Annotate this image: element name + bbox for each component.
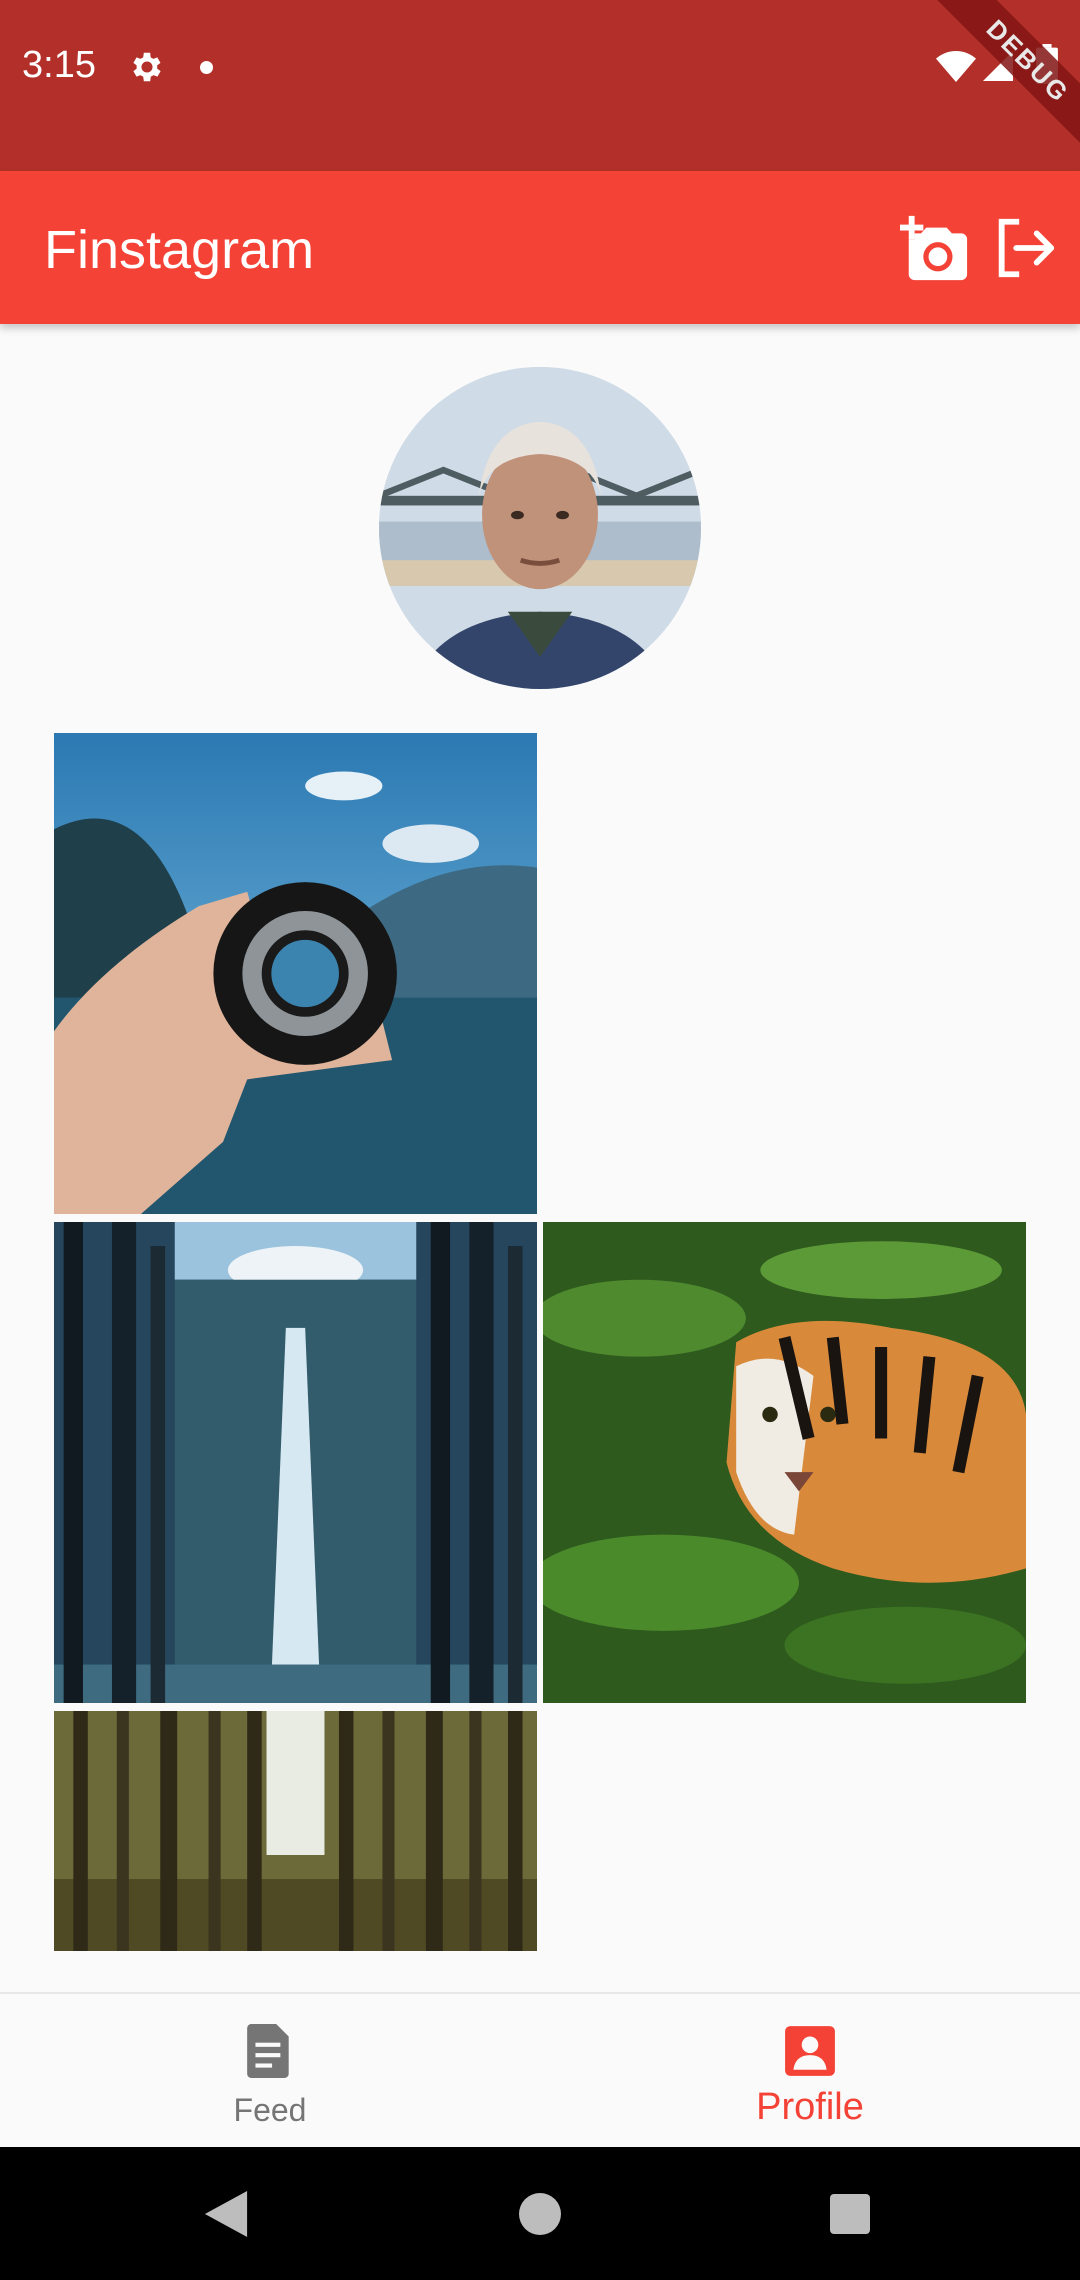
app-title: Finstagram [44,220,315,280]
app-bar: Finstagram [0,171,1080,324]
debug-banner-label: DEBUG [921,0,1080,160]
logout-icon[interactable] [990,213,1060,283]
system-navigation-bar [0,2147,1080,2280]
nav-item-feed[interactable]: Feed [0,1994,540,2149]
post-image[interactable] [54,1711,537,1951]
post-image[interactable] [543,1222,1026,1703]
nav-item-profile[interactable]: Profile [540,1994,1080,2149]
avatar [379,367,701,689]
post-image[interactable] [54,1222,537,1703]
account-box-icon [785,2026,835,2076]
post-image[interactable] [54,733,537,1214]
nav-label-profile: Profile [756,2086,864,2128]
status-bar: 3:15 DEBUG [0,0,1080,171]
debug-banner: DEBUG [920,0,1080,160]
bottom-navigation: Feed Profile [0,1992,1080,2149]
document-icon [247,2024,289,2078]
recents-icon[interactable] [830,2194,870,2234]
nav-label-feed: Feed [233,2092,307,2128]
home-icon[interactable] [519,2193,561,2235]
screen: 3:15 DEBUG Finstagram Feed Profile [0,0,1080,2280]
add-photo-icon[interactable] [900,213,970,283]
notification-dot-icon [200,61,213,74]
gear-icon [133,52,161,82]
back-icon[interactable] [204,2191,248,2237]
status-time: 3:15 [22,44,96,86]
